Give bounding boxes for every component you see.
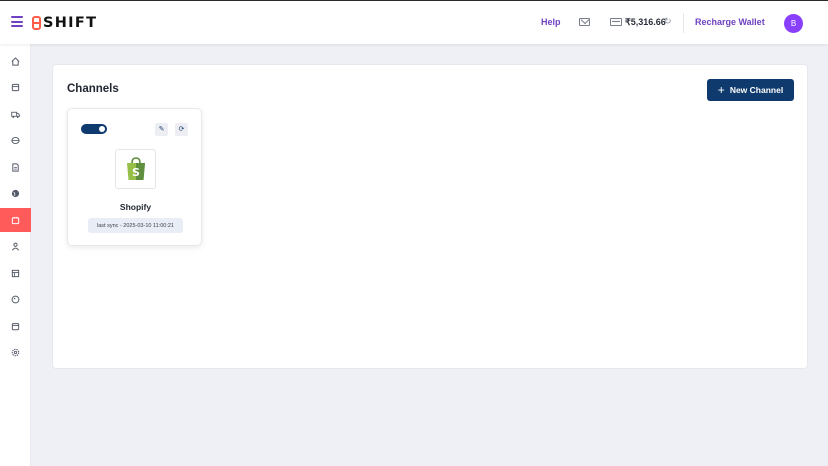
top-bar: SHIFT Help ₹5,316.66 ↻ Recharge Wallet B <box>0 0 828 44</box>
sidebar-item-shipping[interactable] <box>0 102 31 126</box>
mail-icon[interactable] <box>579 18 590 26</box>
document-icon <box>12 162 19 172</box>
refresh-balance-icon[interactable]: ↻ <box>664 17 672 26</box>
last-sync-badge: last sync - 2025-03-10 11:00:21 <box>88 218 183 233</box>
home-icon <box>11 56 20 66</box>
avatar[interactable]: B <box>784 14 803 33</box>
sidebar-item-tags[interactable] <box>0 287 31 311</box>
channels-panel: Channels + New Channel ✎ ⟳ S Shopify las… <box>52 64 808 369</box>
help-link[interactable]: Help <box>541 17 561 27</box>
brand-name: SHIFT <box>43 15 98 31</box>
plus-icon: + <box>717 83 725 97</box>
channel-card: ✎ ⟳ S Shopify last sync - 2025-03-10 11:… <box>67 108 202 246</box>
wallet-icon <box>610 18 622 26</box>
wallet-balance: ₹5,316.66 <box>625 17 666 27</box>
recharge-wallet-link[interactable]: Recharge Wallet <box>695 17 765 27</box>
brand-logo[interactable]: SHIFT <box>32 14 97 32</box>
edit-channel-button[interactable]: ✎ <box>155 123 168 136</box>
sidebar-item-users[interactable] <box>0 234 31 258</box>
new-channel-label: New Channel <box>729 85 784 95</box>
sidebar-item-orders[interactable] <box>0 75 31 99</box>
user-icon <box>11 242 20 251</box>
sidebar <box>0 44 31 466</box>
header-divider <box>683 13 684 33</box>
sync-icon: ⟳ <box>178 126 185 133</box>
sidebar-item-international[interactable] <box>0 181 31 205</box>
channels-icon <box>11 216 20 224</box>
sidebar-item-store[interactable] <box>0 261 31 285</box>
orders-icon <box>11 83 20 91</box>
channel-name: Shopify <box>119 202 152 212</box>
edit-icon: ✎ <box>158 126 165 133</box>
globe-icon <box>11 189 20 197</box>
sync-channel-button[interactable]: ⟳ <box>175 123 188 136</box>
sidebar-item-channels[interactable] <box>0 208 31 232</box>
shipping-truck-icon <box>11 111 20 118</box>
page-title: Channels <box>67 83 119 95</box>
tag-icon <box>11 295 20 303</box>
channel-enabled-toggle[interactable] <box>81 124 107 134</box>
sidebar-item-settings[interactable] <box>0 340 31 364</box>
shopify-logo: S <box>115 149 156 189</box>
package-icon <box>11 136 20 144</box>
menu-icon[interactable] <box>11 16 23 28</box>
sidebar-item-documents[interactable] <box>0 155 31 179</box>
logo-mark-icon <box>32 16 41 30</box>
store-icon <box>11 269 20 277</box>
sidebar-item-calendar[interactable] <box>0 314 31 338</box>
svg-text:S: S <box>132 166 140 179</box>
settings-icon <box>11 348 20 356</box>
sidebar-item-home[interactable] <box>0 49 31 73</box>
sidebar-item-packages[interactable] <box>0 128 31 152</box>
shopify-bag-icon: S <box>126 157 145 180</box>
calendar-icon <box>11 322 20 330</box>
new-channel-button[interactable]: + New Channel <box>707 79 794 101</box>
